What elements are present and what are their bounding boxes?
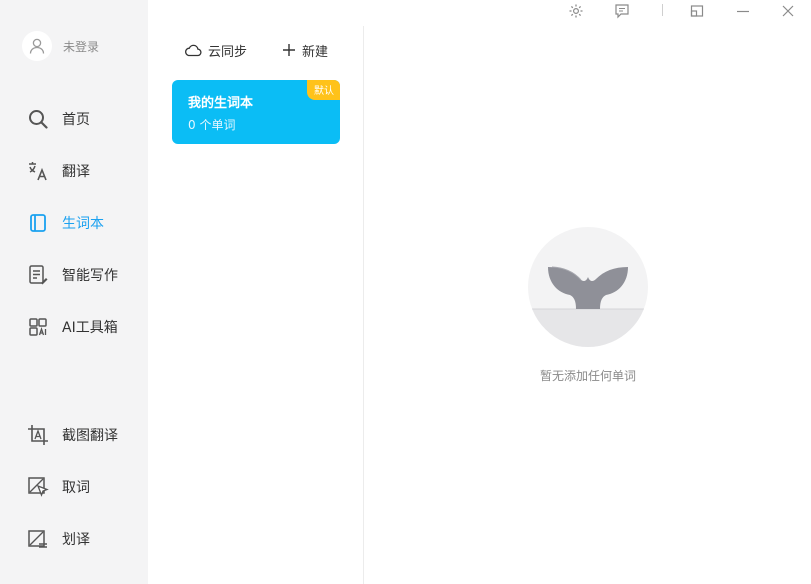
- gear-icon: [569, 4, 583, 18]
- nav-writing[interactable]: 智能写作: [26, 262, 118, 288]
- login-status[interactable]: 未登录: [63, 38, 99, 55]
- wordbook-card[interactable]: 我的生词本 0 个单词 默认: [172, 80, 340, 144]
- feedback-button[interactable]: [610, 0, 634, 22]
- nav-screenshot-translate[interactable]: 截图翻译: [26, 422, 118, 448]
- whale-tail-icon: [528, 266, 648, 347]
- cloud-icon: [185, 44, 202, 57]
- nav-translate-label: 翻译: [62, 164, 90, 180]
- nav-select-translate-label: 划译: [62, 532, 90, 548]
- pointer-icon: [26, 475, 50, 499]
- restore-icon: [690, 5, 704, 17]
- cloud-sync-button[interactable]: 云同步: [184, 40, 247, 60]
- nav-ai-tools[interactable]: AI工具箱: [26, 314, 118, 340]
- cloud-sync-label: 云同步: [208, 44, 248, 60]
- nav-screenshot-translate-label: 截图翻译: [62, 428, 118, 444]
- minimize-button[interactable]: [731, 0, 755, 22]
- select-translate-icon: [26, 527, 50, 551]
- crop-icon: [26, 423, 50, 447]
- translate-icon: [26, 159, 50, 183]
- titlebar-divider: [662, 4, 663, 16]
- close-button[interactable]: [776, 0, 800, 22]
- settings-button[interactable]: [564, 0, 588, 22]
- empty-state-message: 暂无添加任何单词: [539, 369, 636, 383]
- writing-icon: [26, 263, 50, 287]
- grid-icon: [26, 315, 50, 339]
- wordbook-count: 0 个单词: [188, 118, 236, 132]
- nav-select-translate[interactable]: 划译: [26, 526, 90, 552]
- nav-home-label: 首页: [62, 112, 90, 128]
- sidebar: 未登录 首页 翻译 生词本 智能写作 AI工具箱 截图翻译 取词 划译: [0, 0, 148, 584]
- nav-word-pick[interactable]: 取词: [26, 474, 90, 500]
- avatar[interactable]: [22, 31, 52, 61]
- nav-word-pick-label: 取词: [62, 480, 90, 496]
- plus-icon: [283, 44, 295, 56]
- new-wordbook-label: 新建: [302, 44, 329, 60]
- default-badge: 默认: [307, 80, 340, 100]
- wordbook-title: 我的生词本: [188, 96, 254, 111]
- nav-wordbook[interactable]: 生词本: [26, 210, 104, 236]
- notebook-icon: [26, 211, 50, 235]
- user-icon: [29, 38, 45, 54]
- nav-home[interactable]: 首页: [26, 106, 90, 132]
- user-login[interactable]: 未登录: [22, 31, 99, 61]
- close-icon: [782, 5, 794, 17]
- minimize-icon: [737, 10, 749, 13]
- nav-ai-tools-label: AI工具箱: [62, 320, 118, 336]
- nav-writing-label: 智能写作: [62, 268, 118, 284]
- nav-translate[interactable]: 翻译: [26, 158, 90, 184]
- new-wordbook-button[interactable]: 新建: [282, 40, 328, 60]
- empty-illustration: [528, 227, 648, 347]
- nav-wordbook-label: 生词本: [62, 216, 104, 232]
- wordbook-list-panel: 云同步 新建 我的生词本 0 个单词 默认: [148, 26, 364, 584]
- search-icon: [26, 107, 50, 131]
- mini-mode-button[interactable]: [685, 0, 709, 22]
- message-icon: [615, 4, 629, 19]
